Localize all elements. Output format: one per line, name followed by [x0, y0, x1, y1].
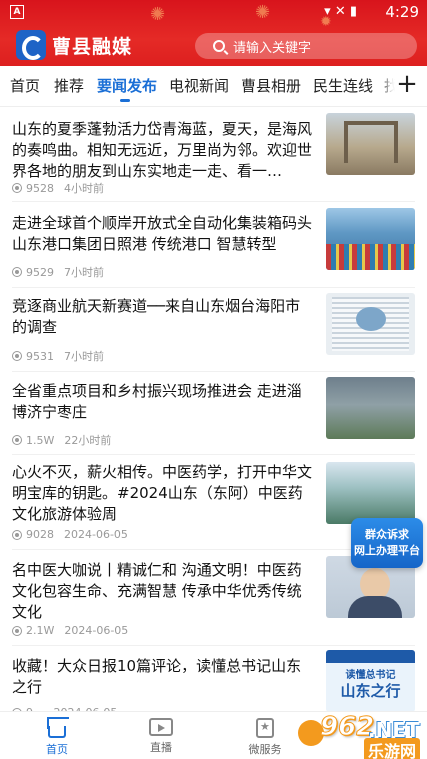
app-name: 曹县融媒: [52, 35, 133, 58]
channel-tabs: 首页 推荐 要闻发布 电视新闻 曹县相册 民生连线 找 +: [0, 66, 427, 106]
news-thumbnail: [326, 377, 415, 439]
header-bar: ✺ ✺ ✹ A ▾ ✕ ▮ 4:29 曹县融媒 请输入关键字: [0, 0, 427, 66]
news-time: 2024-06-05: [64, 624, 129, 637]
bookmark-star-icon: [256, 718, 274, 738]
news-meta: 9529 7小时前: [12, 264, 104, 280]
news-title: 名中医大咖说丨精诚仁和 沟通文明！中医药文化包容生命、充满智慧 传承中华优秀传统…: [12, 561, 302, 621]
app-logo: 曹县融媒: [16, 30, 132, 60]
views-icon: [12, 625, 22, 636]
news-time: 7小时前: [64, 350, 104, 363]
news-title: 心火不灭，薪火相传。中医药学，打开中华文明宝库的钥匙。#2024山东（东阿）中医…: [12, 463, 313, 523]
home-icon: [48, 726, 66, 738]
news-item[interactable]: 全省重点项目和乡村振兴现场推进会 走进淄博济宁枣庄 1.5W 22小时前: [0, 372, 427, 455]
news-thumbnail: [326, 208, 415, 270]
views-icon: [12, 435, 22, 445]
news-meta: 1.5W 22小时前: [12, 432, 111, 448]
site-watermark: 962 .NET 乐游网: [290, 708, 427, 759]
news-thumbnail: [326, 293, 415, 355]
news-time: 2024-06-05: [64, 528, 128, 541]
news-title: 山东的夏季蓬勃活力岱青海蓝，夏天，是海风的奏鸣曲。相知无远近，万里尚为邻。欢迎世…: [12, 120, 313, 180]
tab-livelihood[interactable]: 民生连线: [313, 75, 373, 96]
views-icon: [12, 351, 22, 361]
news-time: 22小时前: [64, 434, 112, 447]
news-meta: 9528 4小时前: [12, 180, 104, 196]
news-views: 9028: [26, 528, 54, 541]
thumbnail-caption: 读懂总书记: [345, 670, 396, 681]
news-time: 7小时前: [64, 266, 104, 279]
nav-label: 直播: [150, 741, 172, 754]
app-screen: ✺ ✺ ✹ A ▾ ✕ ▮ 4:29 曹县融媒 请输入关键字 首页 推荐 要闻发…: [0, 0, 427, 759]
news-meta: 9531 7小时前: [12, 348, 104, 364]
notification-icon: A: [10, 5, 24, 19]
nav-live[interactable]: 直播: [131, 718, 191, 755]
news-views: 1.5W: [26, 433, 55, 447]
tab-tv-news[interactable]: 电视新闻: [169, 75, 229, 96]
news-thumbnail: 读懂总书记 山东之行: [326, 650, 415, 712]
news-item[interactable]: 走进全球首个顺岸开放式全自动化集装箱码头山东港口集团日照港 传统港口 智慧转型 …: [0, 202, 427, 288]
news-views: 9529: [26, 265, 54, 279]
news-views: 9531: [26, 349, 54, 363]
nav-label: 微服务: [248, 743, 282, 756]
news-time: 4小时前: [64, 182, 104, 195]
add-channel-button[interactable]: +: [395, 70, 419, 100]
tab-album[interactable]: 曹县相册: [241, 75, 301, 96]
tab-headlines[interactable]: 要闻发布: [97, 75, 157, 96]
signal-icons: ▾ ✕ ▮: [324, 4, 357, 19]
news-title: 收藏！大众日报10篇评论，读懂总书记山东之行: [12, 657, 302, 696]
badge-line: 群众诉求: [365, 528, 409, 541]
news-views: 2.1W: [26, 624, 55, 637]
logo-icon: [16, 30, 46, 60]
news-thumbnail: [326, 462, 415, 524]
news-item[interactable]: 竞逐商业航天新赛道──来自山东烟台海阳市的调查 9531 7小时前: [0, 288, 427, 372]
news-title: 竞逐商业航天新赛道──来自山东烟台海阳市的调查: [12, 297, 301, 336]
news-title: 走进全球首个顺岸开放式全自动化集装箱码头山东港口集团日照港 传统港口 智慧转型: [12, 214, 313, 253]
news-thumbnail: [326, 113, 415, 175]
watermark-text: 乐游网: [364, 738, 421, 759]
status-time: 4:29: [385, 3, 419, 21]
views-icon: [12, 267, 22, 277]
news-views: 9528: [26, 181, 54, 195]
video-icon: [149, 718, 173, 736]
thumbnail-caption: 山东之行: [340, 682, 401, 700]
petition-platform-button[interactable]: 群众诉求 网上办理平台: [351, 518, 423, 568]
search-icon: [213, 40, 225, 52]
badge-line: 网上办理平台: [354, 544, 420, 557]
tab-recommend[interactable]: 推荐: [54, 75, 84, 96]
active-tab-indicator: [120, 99, 130, 102]
news-meta: 9028 2024-06-05: [12, 528, 128, 541]
search-placeholder: 请输入关键字: [233, 40, 312, 56]
nav-services[interactable]: 微服务: [235, 718, 295, 757]
news-item[interactable]: 山东的夏季蓬勃活力岱青海蓝，夏天，是海风的奏鸣曲。相知无远近，万里尚为邻。欢迎世…: [0, 107, 427, 202]
nav-home[interactable]: 首页: [27, 718, 87, 757]
views-icon: [12, 183, 22, 193]
news-item[interactable]: 收藏！大众日报10篇评论，读懂总书记山东之行 9... 2024-06-05 读…: [0, 646, 427, 719]
news-title: 全省重点项目和乡村振兴现场推进会 走进淄博济宁枣庄: [12, 382, 302, 421]
nav-label: 首页: [46, 743, 68, 756]
status-bar: A ▾ ✕ ▮ 4:29: [0, 0, 427, 24]
news-meta: 2.1W 2024-06-05: [12, 624, 128, 637]
tab-home[interactable]: 首页: [10, 75, 40, 96]
views-icon: [12, 529, 22, 540]
search-input[interactable]: 请输入关键字: [195, 33, 417, 59]
